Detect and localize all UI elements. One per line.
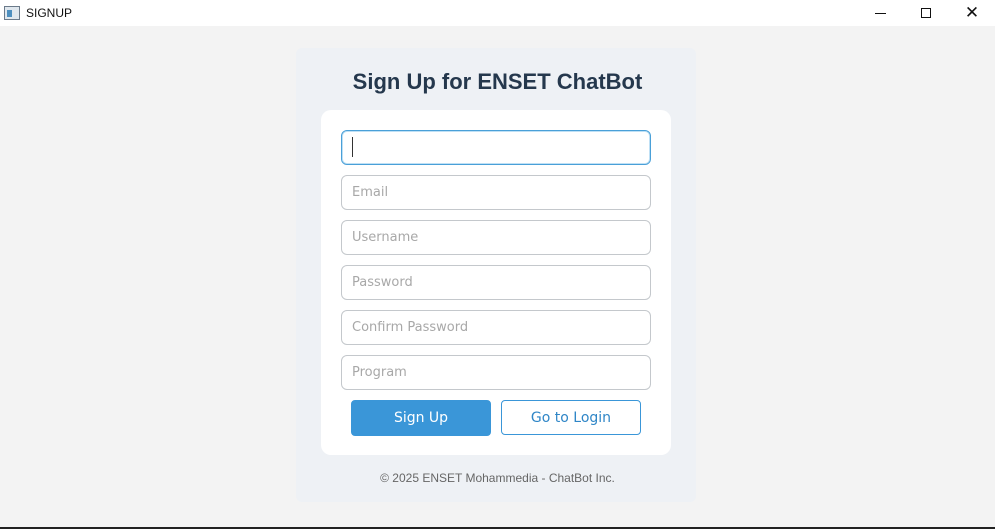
close-button[interactable]: ✕	[949, 0, 995, 26]
fullname-field[interactable]	[341, 130, 651, 165]
minimize-icon	[874, 12, 886, 14]
confirm-password-field[interactable]	[341, 310, 651, 345]
window-controls: ✕	[857, 0, 995, 26]
email-field[interactable]	[341, 175, 651, 210]
maximize-button[interactable]	[903, 0, 949, 26]
window-title: SIGNUP	[26, 6, 73, 20]
app-icon	[4, 6, 20, 20]
text-caret	[352, 137, 353, 157]
minimize-button[interactable]	[857, 0, 903, 26]
sign-up-button[interactable]: Sign Up	[351, 400, 491, 436]
username-field[interactable]	[341, 220, 651, 255]
program-field[interactable]	[341, 355, 651, 390]
close-icon: ✕	[964, 2, 980, 23]
title-bar[interactable]: SIGNUP ✕	[0, 0, 995, 26]
password-field[interactable]	[341, 265, 651, 300]
page-title: Sign Up for ENSET ChatBot	[352, 69, 643, 94]
go-to-login-button[interactable]: Go to Login	[501, 400, 641, 435]
signup-window: SIGNUP ✕ Sign Up for ENSET ChatBot Sign …	[0, 0, 995, 529]
maximize-icon	[921, 8, 931, 18]
footer-copyright: © 2025 ENSET Mohammedia - ChatBot Inc.	[380, 471, 615, 485]
